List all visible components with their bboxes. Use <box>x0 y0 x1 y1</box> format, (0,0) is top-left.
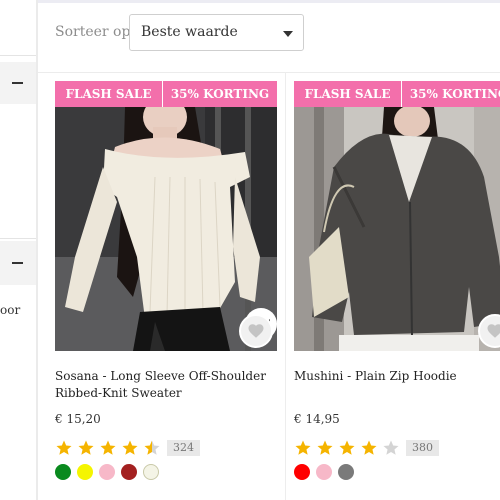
collapse-icon[interactable] <box>12 262 23 264</box>
star-icon <box>144 440 160 455</box>
filter-header-2[interactable] <box>0 241 36 285</box>
color-swatches <box>294 464 360 480</box>
discount-label: 35% KORTING <box>170 87 270 101</box>
star-icon <box>122 440 138 455</box>
star-icon <box>361 440 377 455</box>
hoodie-photo <box>294 107 500 351</box>
color-swatch[interactable] <box>316 464 332 480</box>
product-image[interactable] <box>294 107 500 351</box>
heart-icon <box>487 324 500 338</box>
sort-selected-value: Beste waarde <box>141 24 238 40</box>
product-price: € 14,95 <box>294 412 340 426</box>
collapse-icon[interactable] <box>12 82 23 84</box>
filter-sidebar: oor <box>0 0 37 500</box>
star-icon <box>317 440 333 455</box>
top-border <box>0 0 500 3</box>
star-icon <box>383 440 399 455</box>
color-swatch[interactable] <box>55 464 71 480</box>
flash-sale-label: FLASH SALE <box>294 81 402 107</box>
color-swatches <box>55 464 165 480</box>
color-swatch[interactable] <box>143 464 159 480</box>
grid-column-divider <box>285 72 286 500</box>
grid-top-border <box>38 72 500 73</box>
star-icon <box>100 440 116 455</box>
product-card[interactable]: FLASH SALE 35% KORTING Sosana - Long Sle… <box>55 81 277 500</box>
star-icon <box>339 440 355 455</box>
product-title[interactable]: Sosana - Long Sleeve Off-Shoulder Ribbed… <box>55 368 277 402</box>
product-price: € 15,20 <box>55 412 101 426</box>
star-icon <box>56 440 72 455</box>
review-count: 324 <box>167 440 200 456</box>
color-swatch[interactable] <box>99 464 115 480</box>
product-image[interactable] <box>55 107 277 351</box>
sweater-photo <box>55 107 277 351</box>
sale-banner: FLASH SALE 35% KORTING <box>294 81 500 107</box>
discount-label: 35% KORTING <box>409 87 500 101</box>
star-icon <box>78 440 94 455</box>
sidebar-border <box>36 0 38 500</box>
star-icon <box>295 440 311 455</box>
rating-stars: 380 <box>294 438 439 458</box>
filter-divider <box>0 238 36 239</box>
sale-banner: FLASH SALE 35% KORTING <box>55 81 277 107</box>
chevron-down-icon <box>283 31 293 37</box>
rating-stars: 324 <box>55 438 200 458</box>
color-swatch[interactable] <box>121 464 137 480</box>
filter-option-text[interactable]: oor <box>0 303 20 317</box>
filter-divider <box>0 55 36 56</box>
product-card[interactable]: FLASH SALE 35% KORTING Mushini - Plain Z… <box>294 81 500 500</box>
product-title[interactable]: Mushini - Plain Zip Hoodie <box>294 368 500 385</box>
favorite-button[interactable] <box>239 314 273 348</box>
filter-header-1[interactable] <box>0 62 36 104</box>
sort-dropdown[interactable]: Beste waarde <box>129 14 304 51</box>
flash-sale-label: FLASH SALE <box>55 81 163 107</box>
color-swatch[interactable] <box>338 464 354 480</box>
color-swatch[interactable] <box>294 464 310 480</box>
sort-label: Sorteer op: <box>55 24 136 40</box>
color-swatch[interactable] <box>77 464 93 480</box>
review-count: 380 <box>406 440 439 456</box>
heart-icon <box>248 324 264 338</box>
